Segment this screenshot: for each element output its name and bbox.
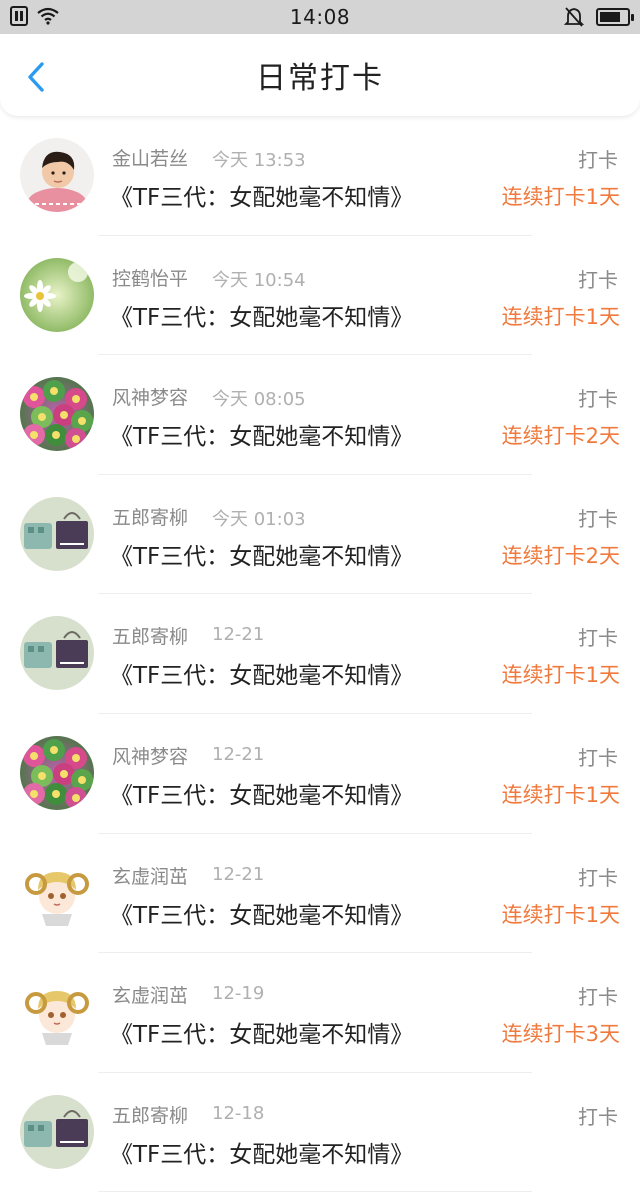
user-name[interactable]: 五郎寄柳: [112, 503, 188, 530]
streak-label: 连续打卡1天: [501, 782, 620, 807]
sim-icon: [10, 6, 28, 26]
streak-label: 连续打卡1天: [501, 902, 620, 927]
book-title[interactable]: 《TF三代：女配她毫不知情》: [110, 417, 413, 451]
streak-label: 连续打卡1天: [501, 304, 620, 329]
book-title[interactable]: 《TF三代：女配她毫不知情》: [110, 178, 413, 212]
checkin-label: 打卡: [578, 506, 618, 531]
user-name[interactable]: 五郎寄柳: [112, 622, 188, 649]
status-left-icons: [10, 6, 60, 26]
checkin-time: 今天 08:05: [212, 389, 306, 411]
status-right-icons: [564, 6, 634, 28]
checkin-time: 今天 01:03: [212, 508, 306, 530]
user-name[interactable]: 风神梦容: [112, 383, 188, 410]
checkin-list: 金山若丝 今天 13:53 《TF三代：女配她毫不知情》 打卡 连续打卡1天 控…: [0, 116, 640, 1192]
status-time: 14:08: [289, 5, 351, 29]
user-name[interactable]: 控鹤怡平: [112, 264, 188, 291]
nav-header: 日常打卡: [0, 34, 640, 116]
book-title[interactable]: 《TF三代：女配她毫不知情》: [110, 298, 413, 332]
bell-muted-icon: [564, 7, 584, 27]
user-avatar[interactable]: [20, 735, 94, 810]
checkin-list-item[interactable]: 五郎寄柳 今天 01:03 《TF三代：女配她毫不知情》 打卡 连续打卡2天: [0, 475, 640, 595]
user-avatar[interactable]: [20, 1094, 94, 1169]
book-title[interactable]: 《TF三代：女配她毫不知情》: [110, 1135, 413, 1169]
streak-label: 连续打卡3天: [501, 1022, 620, 1047]
book-title[interactable]: 《TF三代：女配她毫不知情》: [110, 776, 413, 810]
user-avatar[interactable]: [20, 616, 94, 691]
book-title[interactable]: 《TF三代：女配她毫不知情》: [110, 896, 413, 930]
streak-label: 连续打卡2天: [501, 424, 620, 449]
checkin-time: 今天 10:54: [212, 269, 306, 291]
battery-icon: [596, 8, 634, 26]
user-name[interactable]: 玄虚润茁: [112, 862, 188, 889]
book-title[interactable]: 《TF三代：女配她毫不知情》: [110, 537, 413, 571]
user-avatar[interactable]: [20, 496, 94, 571]
streak-label: 连续打卡2天: [501, 543, 620, 568]
book-title[interactable]: 《TF三代：女配她毫不知情》: [110, 1015, 413, 1049]
user-name[interactable]: 玄虚润茁: [112, 981, 188, 1008]
checkin-time: 今天 13:53: [212, 150, 306, 171]
book-title[interactable]: 《TF三代：女配她毫不知情》: [110, 656, 413, 690]
checkin-list-item[interactable]: 风神梦容 12-21 《TF三代：女配她毫不知情》 打卡 连续打卡1天: [0, 714, 640, 834]
checkin-label: 打卡: [578, 865, 618, 890]
checkin-label: 打卡: [578, 148, 618, 172]
streak-label: 连续打卡1天: [501, 663, 620, 688]
back-arrow-icon[interactable]: [22, 60, 52, 94]
checkin-label: 打卡: [578, 267, 618, 292]
user-avatar[interactable]: [20, 377, 94, 452]
checkin-label: 打卡: [578, 985, 618, 1010]
user-avatar[interactable]: [20, 257, 94, 332]
checkin-time: 12-18: [212, 1102, 265, 1124]
checkin-list-item[interactable]: 玄虚润茁 12-21 《TF三代：女配她毫不知情》 打卡 连续打卡1天: [0, 834, 640, 954]
checkin-list-item[interactable]: 金山若丝 今天 13:53 《TF三代：女配她毫不知情》 打卡 连续打卡1天: [0, 116, 640, 236]
checkin-list-item[interactable]: 风神梦容 今天 08:05 《TF三代：女配她毫不知情》 打卡 连续打卡2天: [0, 355, 640, 475]
checkin-list-item[interactable]: 玄虚润茁 12-19 《TF三代：女配她毫不知情》 打卡 连续打卡3天: [0, 953, 640, 1073]
page-title: 日常打卡: [256, 61, 384, 96]
checkin-time: 12-21: [212, 743, 265, 765]
checkin-label: 打卡: [578, 387, 618, 412]
battery-fill: [600, 12, 620, 22]
checkin-list-item[interactable]: 五郎寄柳 12-18 《TF三代：女配她毫不知情》 打卡: [0, 1073, 640, 1192]
checkin-time: 12-21: [212, 624, 265, 646]
checkin-label: 打卡: [578, 626, 618, 651]
user-avatar[interactable]: [20, 975, 94, 1050]
checkin-list-item[interactable]: 五郎寄柳 12-21 《TF三代：女配她毫不知情》 打卡 连续打卡1天: [0, 594, 640, 714]
user-avatar[interactable]: [20, 138, 94, 212]
wifi-icon: [37, 7, 59, 25]
status-bar: 14:08: [0, 0, 640, 34]
checkin-label: 打卡: [578, 745, 618, 770]
user-name[interactable]: 风神梦容: [112, 742, 188, 769]
checkin-list-item[interactable]: 控鹤怡平 今天 10:54 《TF三代：女配她毫不知情》 打卡 连续打卡1天: [0, 236, 640, 356]
checkin-time: 12-19: [212, 983, 265, 1005]
user-name[interactable]: 五郎寄柳: [112, 1101, 188, 1128]
user-name[interactable]: 金山若丝: [112, 144, 188, 171]
user-avatar[interactable]: [20, 855, 94, 930]
checkin-time: 12-21: [212, 863, 265, 885]
checkin-label: 打卡: [578, 1104, 618, 1129]
streak-label: 连续打卡1天: [501, 185, 620, 209]
